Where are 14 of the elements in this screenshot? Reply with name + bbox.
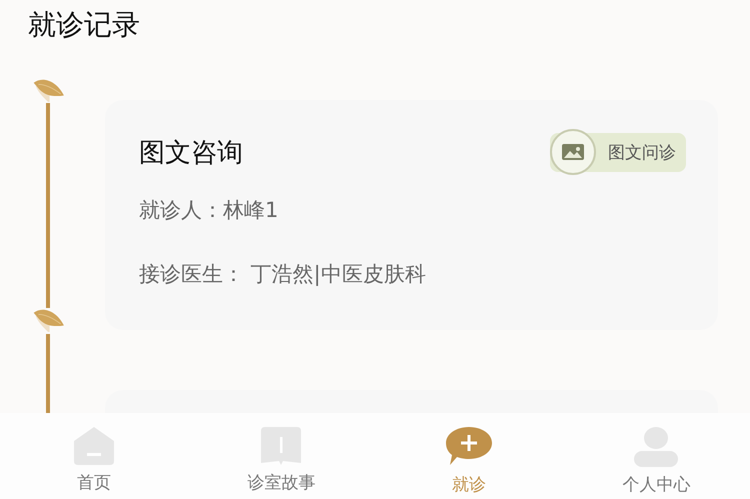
nav-tab[interactable]: 个人中心 [562, 413, 750, 499]
doctor-text: 接诊医生： 丁浩然|中医皮肤科 [139, 261, 427, 288]
record-title: 图文咨询 [139, 136, 243, 170]
record-card[interactable]: 图文咨询 图文问诊 就诊人：林峰1 接诊医生： 丁浩然|中医皮肤科 [105, 100, 718, 330]
nav-tab[interactable]: 就诊 [375, 413, 562, 499]
book-icon [259, 427, 304, 465]
home-icon [72, 427, 116, 465]
nav-tab[interactable]: 诊室故事 [188, 413, 375, 499]
consult-plus-icon [446, 427, 492, 467]
badge-label: 图文问诊 [608, 142, 676, 164]
image-icon [550, 129, 596, 175]
page-title: 就诊记录 [28, 7, 140, 43]
patient-text: 就诊人：林峰1 [139, 197, 280, 224]
nav-tab[interactable]: 首页 [0, 413, 188, 499]
